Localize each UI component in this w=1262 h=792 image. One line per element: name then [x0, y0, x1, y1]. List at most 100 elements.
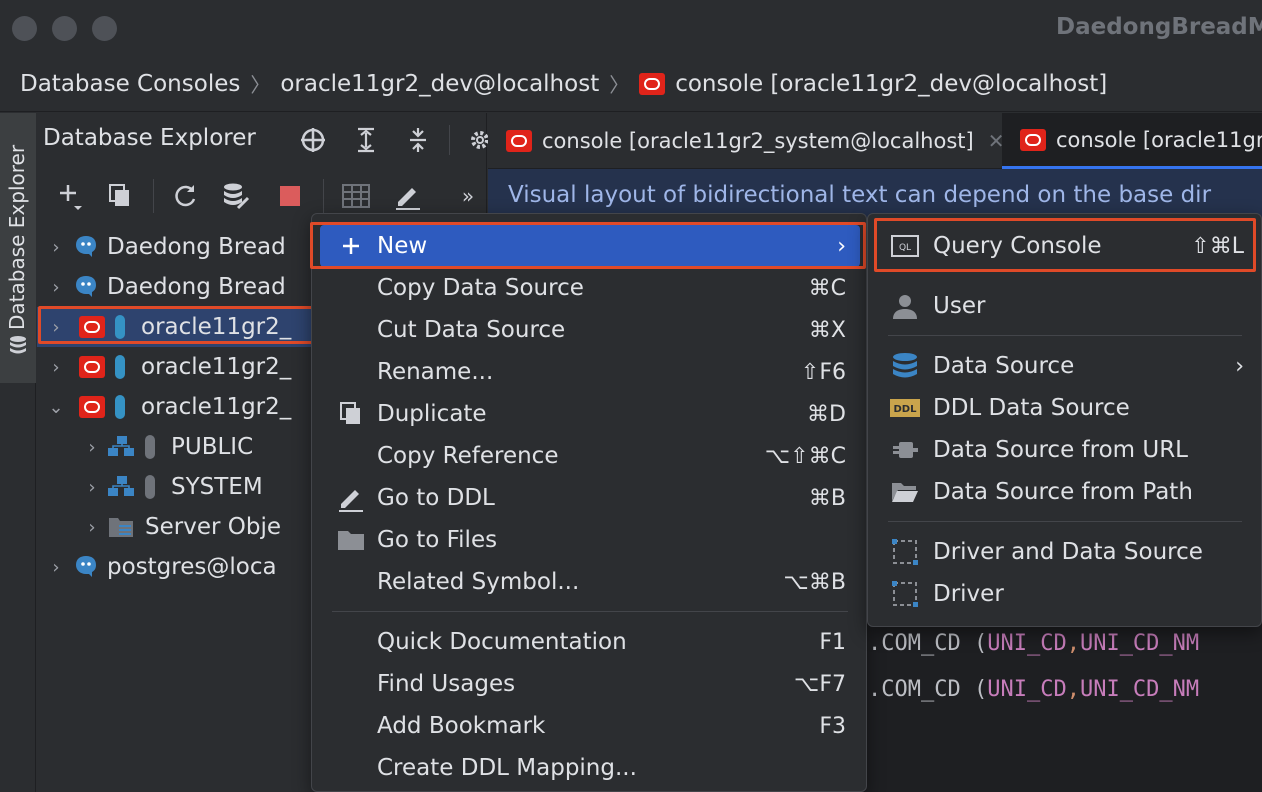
- menu-item-add-bookmark[interactable]: Add Bookmark F3: [320, 705, 860, 747]
- table-icon[interactable]: [339, 179, 373, 213]
- database-icon: [10, 336, 26, 354]
- tab-label: console [oracle11gr2_system@localhost]: [542, 129, 974, 153]
- minimize-window-button[interactable]: [52, 16, 77, 41]
- menu-divider: [888, 521, 1242, 522]
- schema-icon: [108, 436, 134, 456]
- schema-pill-icon: [145, 475, 155, 499]
- chevron-right-icon[interactable]: ›: [45, 357, 67, 378]
- divider: [153, 179, 154, 213]
- editor-tab[interactable]: console [oracle11gr2_system@localhost] ✕: [488, 113, 1004, 169]
- duplicate-icon: [336, 399, 366, 429]
- more-icon[interactable]: »: [451, 179, 485, 213]
- submenu-item-data-source-from-url[interactable]: Data Source from URL: [876, 429, 1256, 471]
- menu-item-rename[interactable]: Rename... ⇧F6: [320, 351, 860, 393]
- chevron-right-icon: 〉: [609, 73, 630, 97]
- expand-all-icon[interactable]: [351, 125, 381, 155]
- tree-item-label: Daedong Bread: [107, 234, 286, 260]
- submenu-item-data-source[interactable]: Data Source ›: [876, 345, 1256, 387]
- divider: [449, 125, 450, 155]
- driver-datasource-icon: [890, 537, 920, 567]
- panel-title: Database Explorer: [43, 125, 256, 151]
- chevron-down-icon[interactable]: ⌄: [45, 397, 67, 418]
- query-console-icon: QL: [890, 231, 920, 261]
- tree-item-label: Server Obje: [145, 514, 281, 540]
- menu-item-create-ddl-mapping[interactable]: Create DDL Mapping...: [320, 747, 860, 789]
- submenu-item-data-source-from-path[interactable]: Data Source from Path: [876, 471, 1256, 513]
- stop-icon[interactable]: [273, 179, 307, 213]
- menu-item-quick-documentation[interactable]: Quick Documentation F1: [320, 621, 860, 663]
- schema-pill-icon: [145, 435, 155, 459]
- submenu-item-query-console[interactable]: QL Query Console ⇧⌘L: [876, 225, 1256, 267]
- svg-text:QL: QL: [899, 243, 911, 253]
- crosshair-icon[interactable]: [298, 125, 328, 155]
- svg-text:DDL: DDL: [894, 404, 918, 415]
- oracle-icon: [79, 396, 105, 418]
- menu-item-copy-data-source[interactable]: Copy Data Source ⌘C: [320, 267, 860, 309]
- plus-icon: [336, 231, 366, 261]
- chevron-right-icon[interactable]: ›: [81, 477, 103, 498]
- chevron-right-icon: ›: [837, 233, 846, 259]
- new-submenu: QL Query Console ⇧⌘L User Data Source › …: [867, 213, 1262, 627]
- data-source-icon: [890, 351, 920, 381]
- postgresql-icon: [76, 556, 96, 577]
- collapse-all-icon[interactable]: [403, 125, 433, 155]
- menu-item-duplicate[interactable]: Duplicate ⌘D: [320, 393, 860, 435]
- server-objects-folder-icon: [109, 518, 133, 537]
- pencil-icon: [336, 483, 366, 513]
- breadcrumb: Database Consoles 〉 oracle11gr2_dev@loca…: [0, 56, 1262, 112]
- oracle-icon: [639, 72, 666, 95]
- tree-item-label: Daedong Bread: [107, 274, 286, 300]
- editor-tab-active[interactable]: console [oracle11gr2: [1002, 113, 1262, 169]
- url-plug-icon: [890, 435, 920, 465]
- menu-item-find-usages[interactable]: Find Usages ⌥F7: [320, 663, 860, 705]
- driver-icon: [890, 579, 920, 609]
- edit-icon[interactable]: [391, 179, 425, 213]
- chevron-right-icon[interactable]: ›: [81, 517, 103, 538]
- tab-label: console [oracle11gr2: [1056, 127, 1262, 152]
- tool-window-tab-label: Database Explorer: [5, 144, 29, 330]
- code-line: .COM_CD (UNI_CD,UNI_CD_NM: [868, 631, 1200, 656]
- editor-tab-bar: console [oracle11gr2_system@localhost] ✕…: [488, 113, 1262, 169]
- code-line: .COM_CD (UNI_CD,UNI_CD_NM: [868, 677, 1200, 702]
- oracle-icon: [79, 316, 105, 338]
- breadcrumb-item-console[interactable]: console [oracle11gr2_dev@localhost]: [639, 71, 1107, 97]
- zoom-window-button[interactable]: [92, 16, 117, 41]
- chevron-right-icon[interactable]: ›: [45, 277, 67, 298]
- chevron-right-icon[interactable]: ›: [45, 317, 67, 338]
- folder-icon: [336, 525, 366, 555]
- submenu-item-driver-and-data-source[interactable]: Driver and Data Source: [876, 531, 1256, 573]
- menu-item-related-symbol[interactable]: Related Symbol... ⌥⌘B: [320, 561, 860, 603]
- tree-item-label: postgres@loca: [107, 554, 277, 580]
- title-bar: DaedongBreadM: [0, 0, 1262, 56]
- divider: [323, 179, 324, 213]
- menu-item-go-to-files[interactable]: Go to Files: [320, 519, 860, 561]
- menu-item-go-to-ddl[interactable]: Go to DDL ⌘B: [320, 477, 860, 519]
- refresh-icon[interactable]: [168, 179, 202, 213]
- chevron-right-icon[interactable]: ›: [81, 437, 103, 458]
- breadcrumb-item-consoles[interactable]: Database Consoles: [20, 71, 240, 97]
- add-icon[interactable]: [53, 179, 87, 213]
- breadcrumb-item-datasource[interactable]: oracle11gr2_dev@localhost: [280, 71, 599, 97]
- open-folder-icon: [890, 477, 920, 507]
- duplicate-icon[interactable]: [103, 179, 137, 213]
- menu-item-cut-data-source[interactable]: Cut Data Source ⌘X: [320, 309, 860, 351]
- menu-item-new[interactable]: New ›: [320, 225, 860, 267]
- close-window-button[interactable]: [12, 16, 37, 41]
- submenu-item-driver[interactable]: Driver: [876, 573, 1256, 615]
- ddl-icon: DDL: [890, 393, 920, 423]
- breadcrumb-console-label: console [oracle11gr2_dev@localhost]: [675, 70, 1108, 97]
- datasource-properties-icon[interactable]: [220, 179, 254, 213]
- submenu-item-ddl-data-source[interactable]: DDL DDL Data Source: [876, 387, 1256, 429]
- chevron-right-icon: 〉: [250, 73, 271, 97]
- oracle-icon: [79, 356, 105, 378]
- chevron-right-icon[interactable]: ›: [45, 557, 67, 578]
- database-icon: [115, 355, 125, 379]
- chevron-right-icon[interactable]: ›: [45, 237, 67, 258]
- tree-item-label: oracle11gr2_: [141, 394, 292, 420]
- postgresql-icon: [76, 276, 96, 297]
- tree-item-label: PUBLIC: [171, 434, 254, 460]
- menu-item-copy-reference[interactable]: Copy Reference ⌥⇧⌘C: [320, 435, 860, 477]
- user-icon: [890, 291, 920, 321]
- postgresql-icon: [76, 236, 96, 257]
- submenu-item-user[interactable]: User: [876, 285, 1256, 327]
